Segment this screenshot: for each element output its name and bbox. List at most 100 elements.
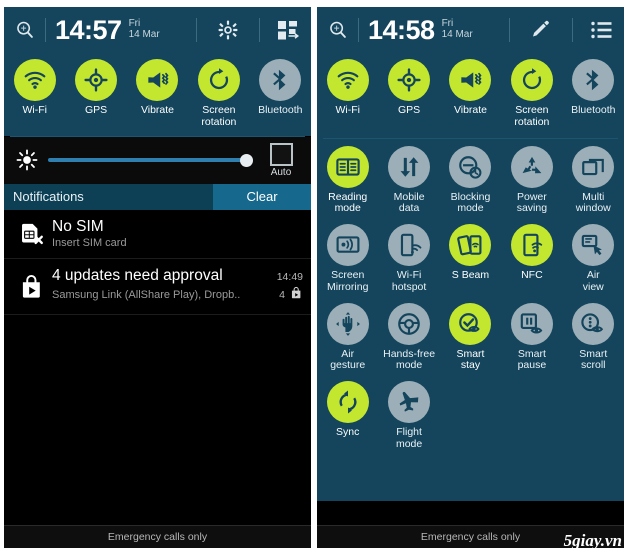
reading-mode-icon[interactable] (326, 145, 369, 188)
play-store-small-icon (290, 286, 303, 305)
gear-icon[interactable] (216, 18, 240, 42)
flight-mode-icon[interactable] (388, 381, 431, 423)
toggle-gps[interactable]: GPS (378, 59, 439, 132)
toggle-label-line1: Air (586, 269, 600, 281)
notification-line-1: No SIM (52, 218, 303, 236)
air-view-icon[interactable] (572, 224, 615, 266)
notification-line-1: 4 updates need approval 14:49 (52, 267, 303, 285)
brightness-control: Auto (4, 136, 311, 184)
toggle-label: Air view (562, 269, 624, 294)
toggle-smart[interactable]: Smart stay (440, 302, 501, 376)
smart-stay-icon[interactable] (449, 302, 492, 345)
toggle-label-line2: mode (395, 437, 423, 450)
status-bar-left: 14:57 Fri 14 Mar (4, 7, 311, 53)
toggle-label-line2: view (582, 280, 604, 293)
blocking-mode-icon[interactable] (449, 145, 492, 188)
vibrate-icon[interactable] (449, 59, 492, 101)
hands-free-icon[interactable] (388, 302, 431, 345)
toggle-smart[interactable]: Smart pause (501, 302, 562, 376)
toggle-multi[interactable]: Multi window (563, 145, 624, 219)
clear-button[interactable]: Clear (213, 183, 311, 210)
toggle-hands-free[interactable]: Hands-free mode (378, 302, 439, 376)
mobile-data-icon[interactable] (388, 145, 431, 188)
toggle-vibrate[interactable]: Vibrate (127, 59, 188, 132)
toggle-screen[interactable]: Screen rotation (501, 59, 562, 132)
toggle-reading[interactable]: Reading mode (317, 145, 378, 219)
toggle-label: Power saving (501, 191, 563, 216)
toggle-label: Bluetooth (249, 104, 311, 117)
carrier-text-right: Emergency calls only (420, 531, 521, 543)
vibrate-icon[interactable] (136, 59, 179, 101)
notification-panel-right: 14:58 Fri 14 Mar Wi-Fi GPS Vibrate Screen ro… (317, 7, 624, 548)
toggle-label-line2: window (575, 202, 611, 215)
toggle-label-line2: Mirroring (326, 280, 369, 293)
pencil-icon[interactable] (529, 18, 553, 42)
toggle-label: Wi-Fi (4, 104, 66, 117)
toggle-mobile[interactable]: Mobile data (378, 145, 440, 219)
toggle-label-line2: rotation (514, 115, 550, 128)
toggle-power[interactable]: Power saving (501, 145, 563, 219)
toggle-vibrate[interactable]: Vibrate (440, 59, 501, 132)
notification-line-2: Insert SIM card (52, 237, 303, 249)
sync-icon[interactable] (326, 381, 369, 423)
toggle-label-line2: data (398, 202, 420, 215)
search-icon[interactable] (14, 19, 36, 41)
wifi-icon[interactable] (13, 59, 56, 101)
screen-mirroring-icon[interactable] (326, 224, 369, 266)
toggle-screen[interactable]: Screen Mirroring (317, 224, 378, 297)
air-gesture-icon[interactable] (326, 302, 369, 345)
bluetooth-icon[interactable] (572, 59, 615, 101)
auto-brightness-checkbox[interactable]: Auto (259, 142, 303, 178)
toggle-smart[interactable]: Smart scroll (563, 302, 624, 376)
multi-window-icon[interactable] (572, 145, 615, 188)
toggle-label-line2: mode (334, 202, 361, 215)
toggle-label: Air gesture (317, 348, 379, 373)
toggle-sync[interactable]: Sync (317, 381, 378, 454)
gps-icon[interactable] (75, 59, 118, 101)
toggle-flight[interactable]: Flight mode (378, 381, 439, 454)
brightness-icon (12, 149, 42, 171)
toggle-bluetooth[interactable]: Bluetooth (250, 59, 311, 132)
smart-scroll-icon[interactable] (572, 302, 615, 345)
toggle-bluetooth[interactable]: Bluetooth (563, 59, 624, 132)
s-beam-icon[interactable] (449, 224, 492, 266)
toggle-label: Mobile data (378, 191, 440, 216)
wifi-icon[interactable] (326, 59, 369, 101)
notification-item[interactable]: No SIM Insert SIM card (4, 210, 311, 259)
toggle-nfc[interactable]: NFC (501, 224, 562, 297)
toggle-screen[interactable]: Screen rotation (188, 59, 249, 132)
slider-knob[interactable] (240, 153, 253, 167)
toggle-blocking[interactable]: Blocking mode (440, 145, 501, 219)
search-icon[interactable] (327, 19, 349, 41)
toggle-gps[interactable]: GPS (65, 59, 126, 132)
toggle-air[interactable]: Air view (563, 224, 624, 297)
notification-item[interactable]: 4 updates need approval 14:49 Samsung Link… (4, 259, 311, 315)
toggle-label-line2: gesture (330, 359, 366, 372)
toggle-label: Screen rotation (501, 104, 563, 129)
list-icon[interactable] (590, 20, 614, 40)
smart-pause-icon[interactable] (510, 302, 553, 345)
nfc-icon[interactable] (510, 224, 553, 266)
date-right: Fri 14 Mar (442, 18, 473, 41)
wifi-hotspot-icon[interactable] (388, 224, 431, 266)
screen-rotation-icon[interactable] (197, 59, 240, 101)
toggle-label-line2: rotation (201, 115, 237, 128)
carrier-text-left: Emergency calls only (107, 531, 208, 543)
bluetooth-icon[interactable] (259, 59, 302, 101)
toggle-s-beam[interactable]: S Beam (440, 224, 501, 297)
auto-checkbox-box[interactable] (269, 142, 293, 166)
toggle-wi-fi[interactable]: Wi-Fi hotspot (378, 224, 439, 297)
toggle-wi-fi[interactable]: Wi-Fi (317, 59, 378, 132)
clock-left: 14:57 (55, 14, 122, 45)
quick-toggles-icon[interactable] (277, 19, 301, 41)
brightness-slider[interactable] (48, 145, 253, 175)
toggle-wi-fi[interactable]: Wi-Fi (4, 59, 65, 132)
toggle-air[interactable]: Air gesture (317, 302, 379, 376)
gps-icon[interactable] (388, 59, 431, 101)
slider-track (48, 158, 253, 162)
toggle-label: GPS (65, 104, 127, 117)
empty-panel-area (4, 314, 311, 548)
screen-rotation-icon[interactable] (510, 59, 553, 101)
power-saving-icon[interactable] (510, 145, 553, 188)
notification-line-2: Samsung Link (AllShare Play), Dropb.. 4 (52, 286, 303, 305)
